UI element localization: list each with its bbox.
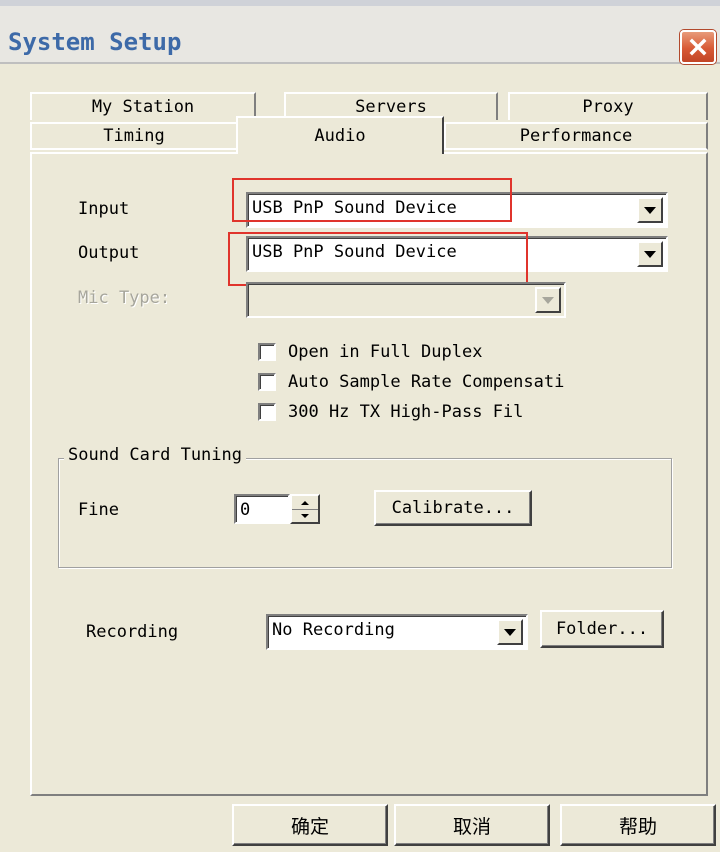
tab-my-station[interactable]: My Station — [30, 92, 256, 120]
sound-card-tuning-group — [58, 458, 672, 568]
window-title: System Setup — [8, 28, 182, 56]
output-highlight-box — [228, 232, 528, 286]
tab-label: Servers — [355, 97, 427, 117]
calibrate-label: Calibrate... — [391, 498, 515, 518]
cancel-button[interactable]: 取消 — [394, 804, 550, 846]
mic-type-dropdown-button[interactable] — [535, 287, 561, 313]
dropdown-arrow-icon — [644, 206, 656, 214]
checkbox-high-pass-filter[interactable]: 300 Hz TX High-Pass Fil — [258, 402, 523, 422]
checkbox-label: Auto Sample Rate Compensati — [288, 372, 565, 392]
close-button[interactable] — [680, 30, 716, 64]
fine-label: Fine — [78, 500, 119, 520]
output-label: Output — [78, 243, 140, 263]
cancel-label: 取消 — [452, 815, 491, 838]
dialog-window: System Setup My Station Servers Proxy Ti… — [0, 0, 720, 852]
recording-dropdown-button[interactable] — [497, 619, 523, 645]
recording-combo[interactable]: No Recording — [266, 614, 528, 650]
close-icon — [689, 38, 707, 56]
help-label: 帮助 — [618, 815, 657, 838]
tab-label: Timing — [103, 126, 165, 146]
spin-up-button[interactable] — [292, 496, 318, 510]
spin-down-button[interactable] — [292, 509, 318, 522]
calibrate-button[interactable]: Calibrate... — [374, 490, 532, 526]
dropdown-arrow-icon — [644, 250, 656, 258]
tab-audio[interactable]: Audio — [236, 116, 444, 154]
fine-value: 0 — [240, 500, 251, 520]
checkbox-full-duplex[interactable]: Open in Full Duplex — [258, 342, 482, 362]
recording-value: No Recording — [272, 620, 395, 640]
tab-performance[interactable]: Performance — [444, 122, 708, 150]
checkbox-box[interactable] — [258, 343, 276, 361]
dropdown-arrow-icon — [542, 296, 554, 304]
tab-label: Audio — [314, 126, 366, 146]
checkbox-box[interactable] — [258, 373, 276, 391]
checkbox-label: Open in Full Duplex — [288, 342, 483, 362]
dropdown-arrow-icon — [504, 628, 516, 636]
output-dropdown-button[interactable] — [637, 241, 663, 267]
recording-label: Recording — [86, 622, 179, 642]
input-label: Input — [78, 199, 130, 219]
sound-card-tuning-title: Sound Card Tuning — [64, 445, 246, 465]
tab-label: Performance — [519, 126, 633, 146]
tab-timing[interactable]: Timing — [30, 122, 238, 150]
fine-input[interactable]: 0 — [234, 494, 290, 524]
title-bar[interactable]: System Setup — [0, 0, 720, 64]
checkbox-box[interactable] — [258, 403, 276, 421]
folder-label: Folder... — [555, 619, 649, 639]
mic-type-label: Mic Type: — [78, 288, 171, 308]
tab-label: My Station — [91, 97, 195, 117]
fine-spinner[interactable] — [290, 494, 320, 524]
tab-proxy[interactable]: Proxy — [508, 92, 708, 120]
tab-label: Proxy — [582, 97, 634, 117]
ok-label: 确定 — [290, 815, 329, 838]
spin-down-icon — [301, 513, 309, 518]
ok-button[interactable]: 确定 — [232, 804, 388, 846]
help-button[interactable]: 帮助 — [560, 804, 716, 846]
checkbox-auto-sample-rate[interactable]: Auto Sample Rate Compensati — [258, 372, 564, 392]
mic-type-combo[interactable] — [246, 282, 566, 318]
folder-button[interactable]: Folder... — [540, 610, 664, 648]
input-highlight-box — [232, 178, 512, 222]
spin-up-icon — [301, 500, 309, 505]
input-dropdown-button[interactable] — [637, 197, 663, 223]
checkbox-label: 300 Hz TX High-Pass Fil — [288, 402, 524, 422]
